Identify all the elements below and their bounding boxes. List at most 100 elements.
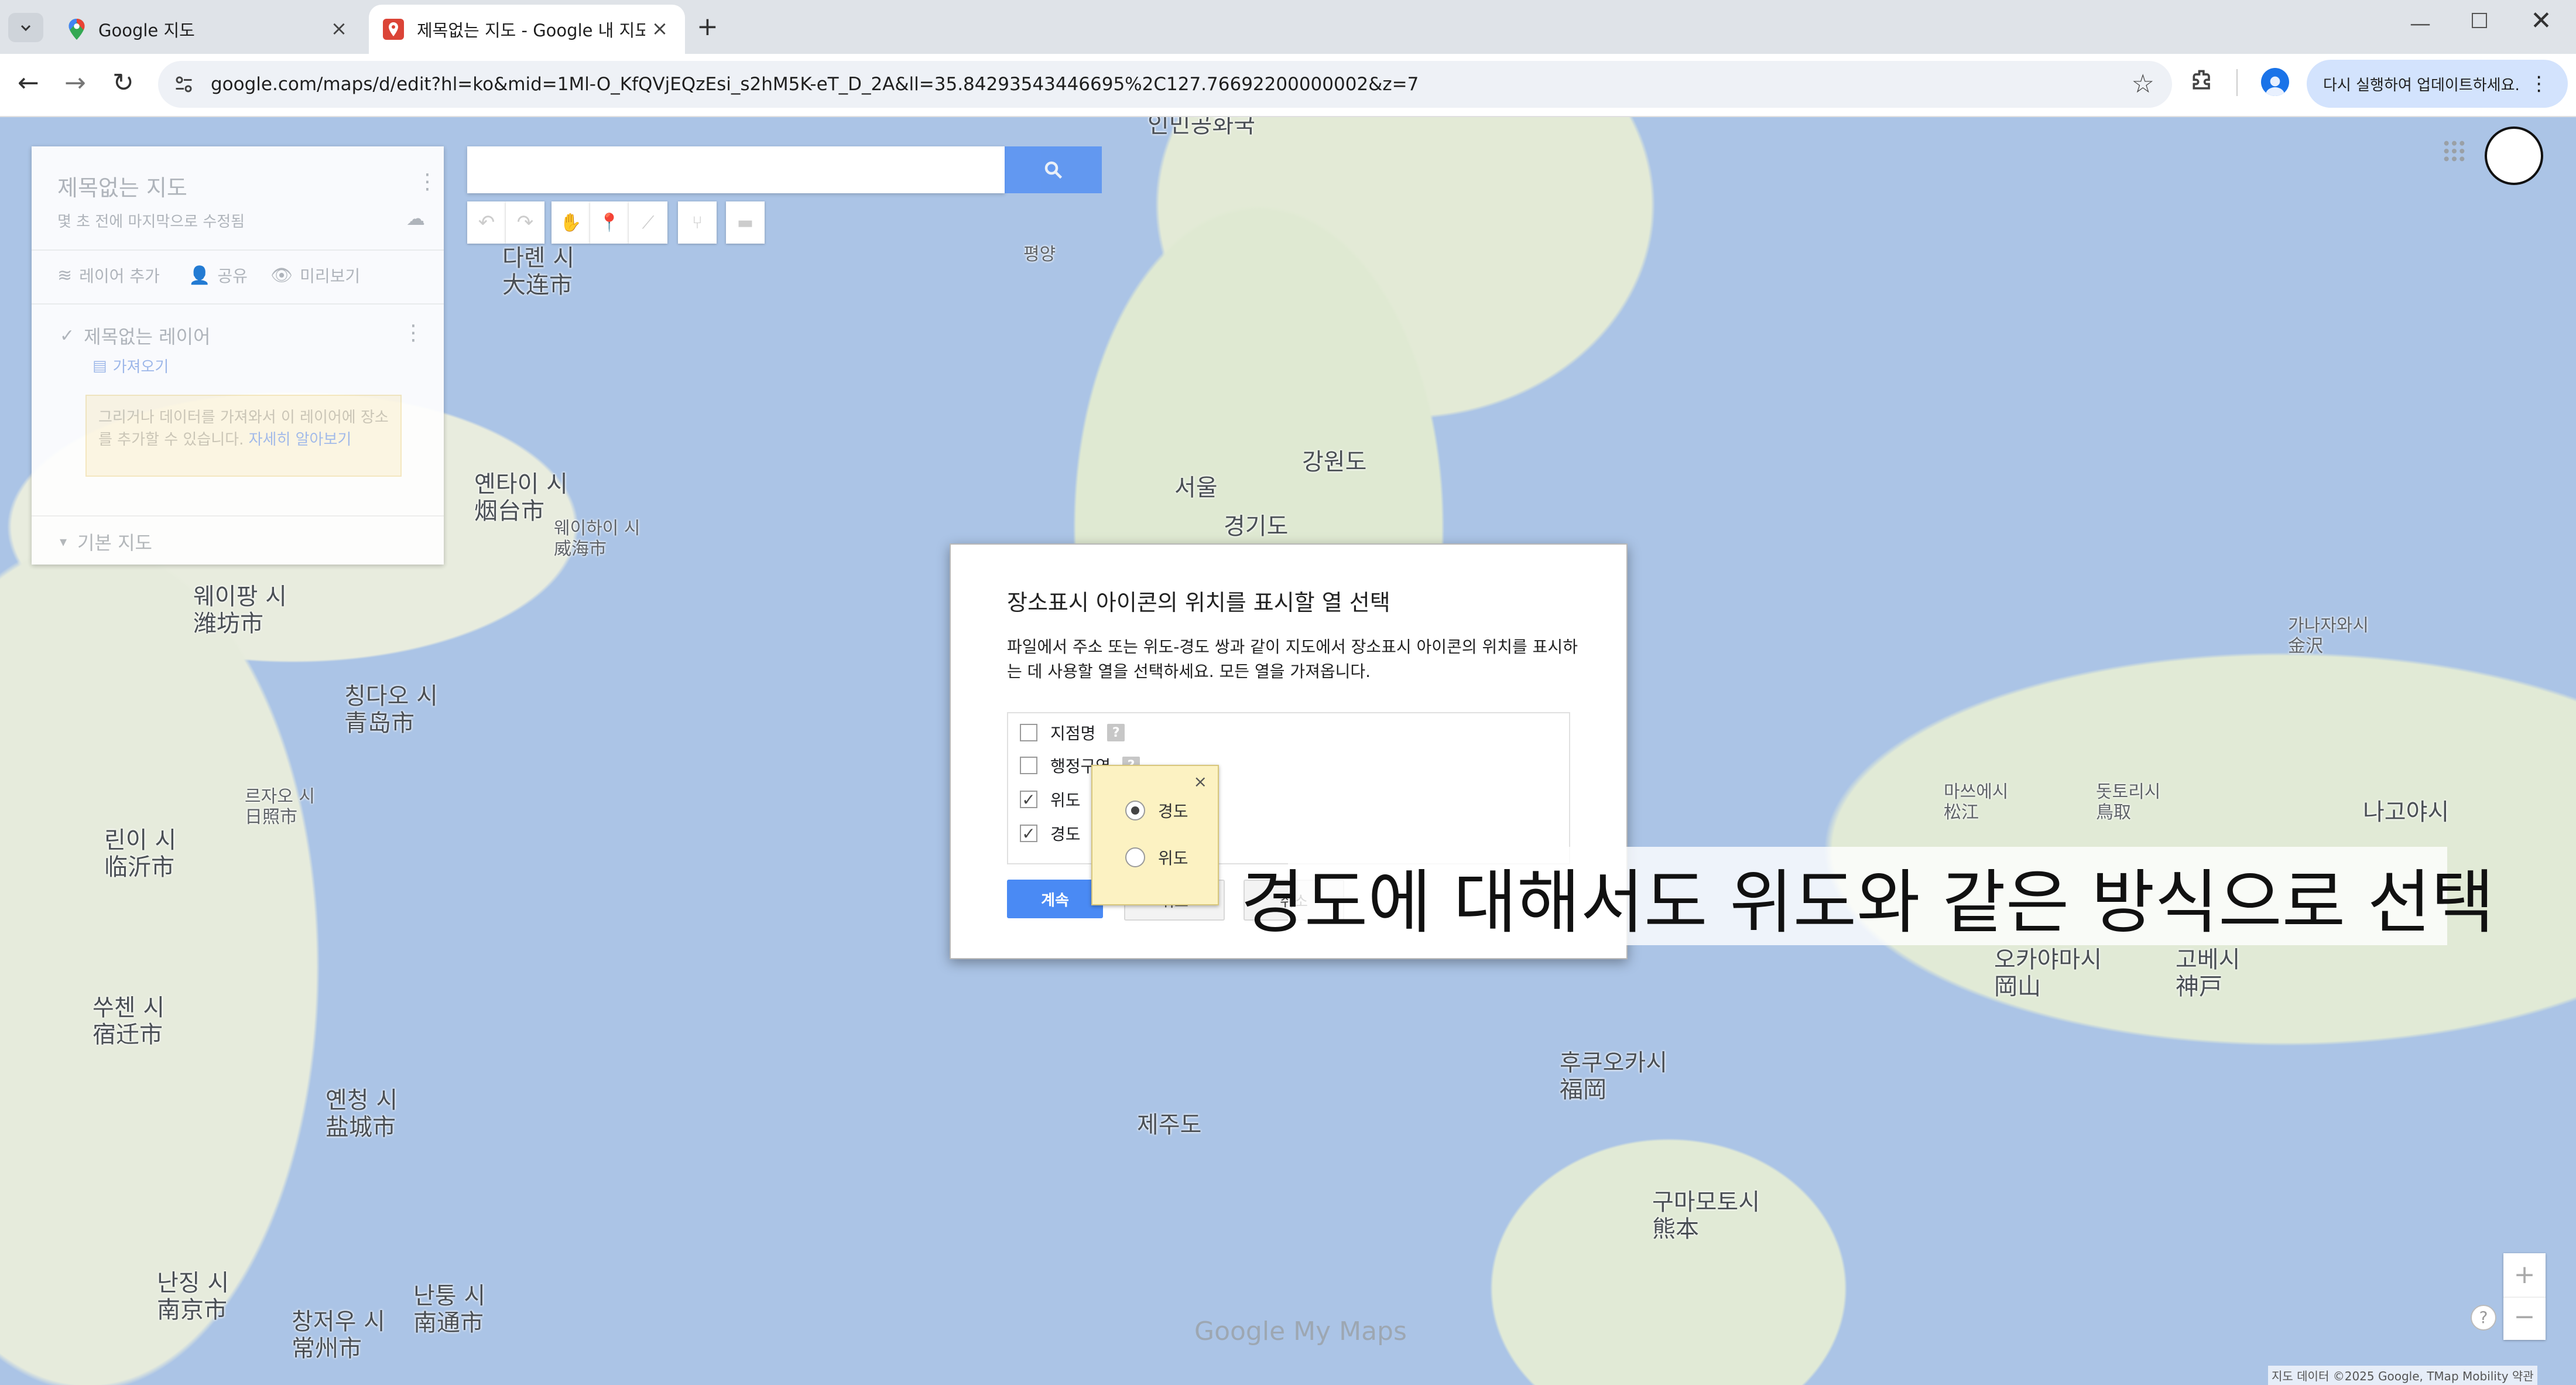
map-label: 옌청 시 盐城市 xyxy=(326,1087,398,1141)
zoom-controls: + − xyxy=(2503,1253,2546,1340)
tab-search-button[interactable] xyxy=(8,13,43,42)
column-row[interactable]: 지점명 ? xyxy=(1020,718,1125,747)
help-button[interactable]: ? xyxy=(2471,1305,2496,1331)
map-label: 칭다오 시 青岛市 xyxy=(344,683,438,737)
share-button[interactable]: 👤 공유 xyxy=(189,264,248,287)
learn-more-link[interactable]: 자세히 알아보기 xyxy=(249,431,352,449)
undo-button[interactable]: ↶ xyxy=(467,201,506,244)
chevron-down-icon xyxy=(20,25,31,32)
column-label: 위도 xyxy=(1050,791,1081,810)
search-icon xyxy=(1044,161,1063,179)
close-tab-icon[interactable]: × xyxy=(328,18,350,40)
radio-option-latitude[interactable]: 위도 xyxy=(1125,846,1188,869)
map-attribution: 지도 데이터 ©2025 Google, TMap Mobility 약관 xyxy=(2268,1366,2537,1385)
zoom-in-button[interactable]: + xyxy=(2503,1253,2546,1297)
directions-button[interactable]: ⑂ xyxy=(678,201,717,244)
map-label: 창저우 시 常州市 xyxy=(292,1308,385,1362)
continue-button[interactable]: 계속 xyxy=(1007,880,1103,918)
map-search-input[interactable] xyxy=(467,146,1005,193)
map-label: 평양 xyxy=(1023,244,1056,265)
map-label: 쑤첸 시 宿迁市 xyxy=(93,994,165,1048)
google-my-maps-watermark: Google My Maps xyxy=(1194,1316,1407,1346)
update-button[interactable]: 다시 실행하여 업데이트하세요. ⋮ xyxy=(2307,60,2568,108)
zoom-out-button[interactable]: − xyxy=(2503,1297,2546,1341)
map-label: 옌타이 시 烟台市 xyxy=(474,471,568,525)
basemap-header[interactable]: ▾ 기본 지도 xyxy=(60,528,152,555)
layer-name: 제목없는 레이어 xyxy=(84,326,211,348)
column-row[interactable]: ✓ 위도 xyxy=(1020,785,1081,814)
column-checkbox-checked[interactable]: ✓ xyxy=(1020,790,1037,809)
back-icon[interactable]: ← xyxy=(18,68,39,98)
map-options-icon[interactable]: ⋮ xyxy=(417,170,438,194)
close-tab-icon[interactable]: × xyxy=(649,18,671,40)
column-checkbox-checked[interactable]: ✓ xyxy=(1020,824,1037,843)
new-tab-icon[interactable]: + xyxy=(697,12,718,42)
tab-my-maps[interactable]: 제목없는 지도 - Google 내 지도 × xyxy=(369,5,685,54)
layer-checkbox-icon[interactable]: ✓ xyxy=(60,326,74,346)
map-label: 가나자와시 金沢 xyxy=(2288,615,2369,656)
column-label: 지점명 xyxy=(1050,724,1096,743)
eye-icon: 👁 xyxy=(270,265,293,286)
site-info-icon[interactable] xyxy=(173,74,194,95)
radio-option-longitude[interactable]: 경도 xyxy=(1125,799,1188,822)
column-type-popup: × 경도 위도 xyxy=(1091,765,1219,905)
map-label: 강원도 xyxy=(1302,449,1367,476)
tab-title: 제목없는 지도 - Google 내 지도 xyxy=(417,20,645,40)
map-label: 제주도 xyxy=(1137,1112,1202,1138)
map-label: 난징 시 南京市 xyxy=(157,1270,229,1324)
add-marker-button[interactable]: 📍 xyxy=(590,201,629,244)
add-layer-label: 레이어 추가 xyxy=(79,266,160,286)
profile-avatar[interactable] xyxy=(2261,68,2289,96)
layer-header[interactable]: ✓ 제목없는 레이어 xyxy=(60,322,210,349)
update-button-label: 다시 실행하여 업데이트하세요. xyxy=(2323,76,2520,94)
extensions-icon[interactable] xyxy=(2190,68,2215,94)
map-label: 돗토리시 鳥取 xyxy=(2096,782,2161,823)
import-label: 가져오기 xyxy=(112,358,169,376)
map-label: 오카야마시 岡山 xyxy=(1994,946,2102,1000)
radio-label: 위도 xyxy=(1158,849,1188,868)
column-checkbox[interactable] xyxy=(1020,724,1037,741)
browser-tab-strip: Google 지도 × 제목없는 지도 - Google 내 지도 × + — … xyxy=(0,0,2576,54)
tab-google-maps[interactable]: Google 지도 × xyxy=(54,5,364,54)
last-saved-text: 몇 초 전에 마지막으로 수정됨 xyxy=(57,213,245,231)
measure-button[interactable]: ▬ xyxy=(726,201,765,244)
map-label: 후쿠오카시 福岡 xyxy=(1560,1049,1667,1103)
forward-icon[interactable]: → xyxy=(64,68,86,98)
map-label: 웨이하이 시 威海市 xyxy=(554,518,640,559)
radio-button-selected[interactable] xyxy=(1125,801,1145,820)
column-row[interactable]: ✓ 경도 xyxy=(1020,819,1081,848)
hand-icon: ✋ xyxy=(560,212,582,233)
address-bar[interactable]: google.com/maps/d/edit?hl=ko&mid=1Ml-O_K… xyxy=(158,61,2172,108)
redo-icon: ↷ xyxy=(516,211,534,234)
redo-button[interactable]: ↷ xyxy=(506,201,544,244)
help-icon[interactable]: ? xyxy=(1107,724,1125,741)
divider xyxy=(32,303,444,305)
dialog-description: 파일에서 주소 또는 위도-경도 쌍과 같이 지도에서 장소표시 아이콘의 위치… xyxy=(1007,637,1578,681)
import-link[interactable]: ▤ 가져오기 xyxy=(93,355,169,377)
url-text: google.com/maps/d/edit?hl=ko&mid=1Ml-O_K… xyxy=(211,74,1419,95)
map-title[interactable]: 제목없는 지도 xyxy=(57,170,187,202)
preview-button[interactable]: 👁 미리보기 xyxy=(270,264,360,287)
search-button[interactable] xyxy=(1005,146,1102,193)
radio-button[interactable] xyxy=(1125,847,1145,867)
close-icon[interactable]: ✕ xyxy=(2530,6,2552,36)
map-label: 서울 xyxy=(1174,474,1218,501)
toolbar-divider xyxy=(2236,69,2238,96)
preview-label: 미리보기 xyxy=(300,266,361,286)
layers-icon: ≋ xyxy=(57,265,73,286)
column-checkbox[interactable] xyxy=(1020,757,1037,774)
draw-line-button[interactable]: ⟋ xyxy=(629,201,667,244)
pan-tool-button[interactable]: ✋ xyxy=(551,201,590,244)
minimize-icon[interactable]: — xyxy=(2410,12,2431,36)
add-layer-button[interactable]: ≋ 레이어 추가 xyxy=(57,264,160,287)
apps-grid-icon[interactable] xyxy=(2443,139,2466,163)
reload-icon[interactable]: ↻ xyxy=(112,68,134,98)
account-avatar[interactable] xyxy=(2485,126,2543,185)
restore-icon[interactable] xyxy=(2472,13,2487,28)
my-maps-pin-icon xyxy=(383,19,404,40)
layer-options-icon[interactable]: ⋮ xyxy=(403,321,424,345)
bookmark-star-icon[interactable]: ☆ xyxy=(2132,69,2154,99)
file-icon: ▤ xyxy=(93,357,107,375)
close-popup-icon[interactable]: × xyxy=(1194,772,1207,791)
map-label: 다롄 시 大连市 xyxy=(502,245,575,299)
